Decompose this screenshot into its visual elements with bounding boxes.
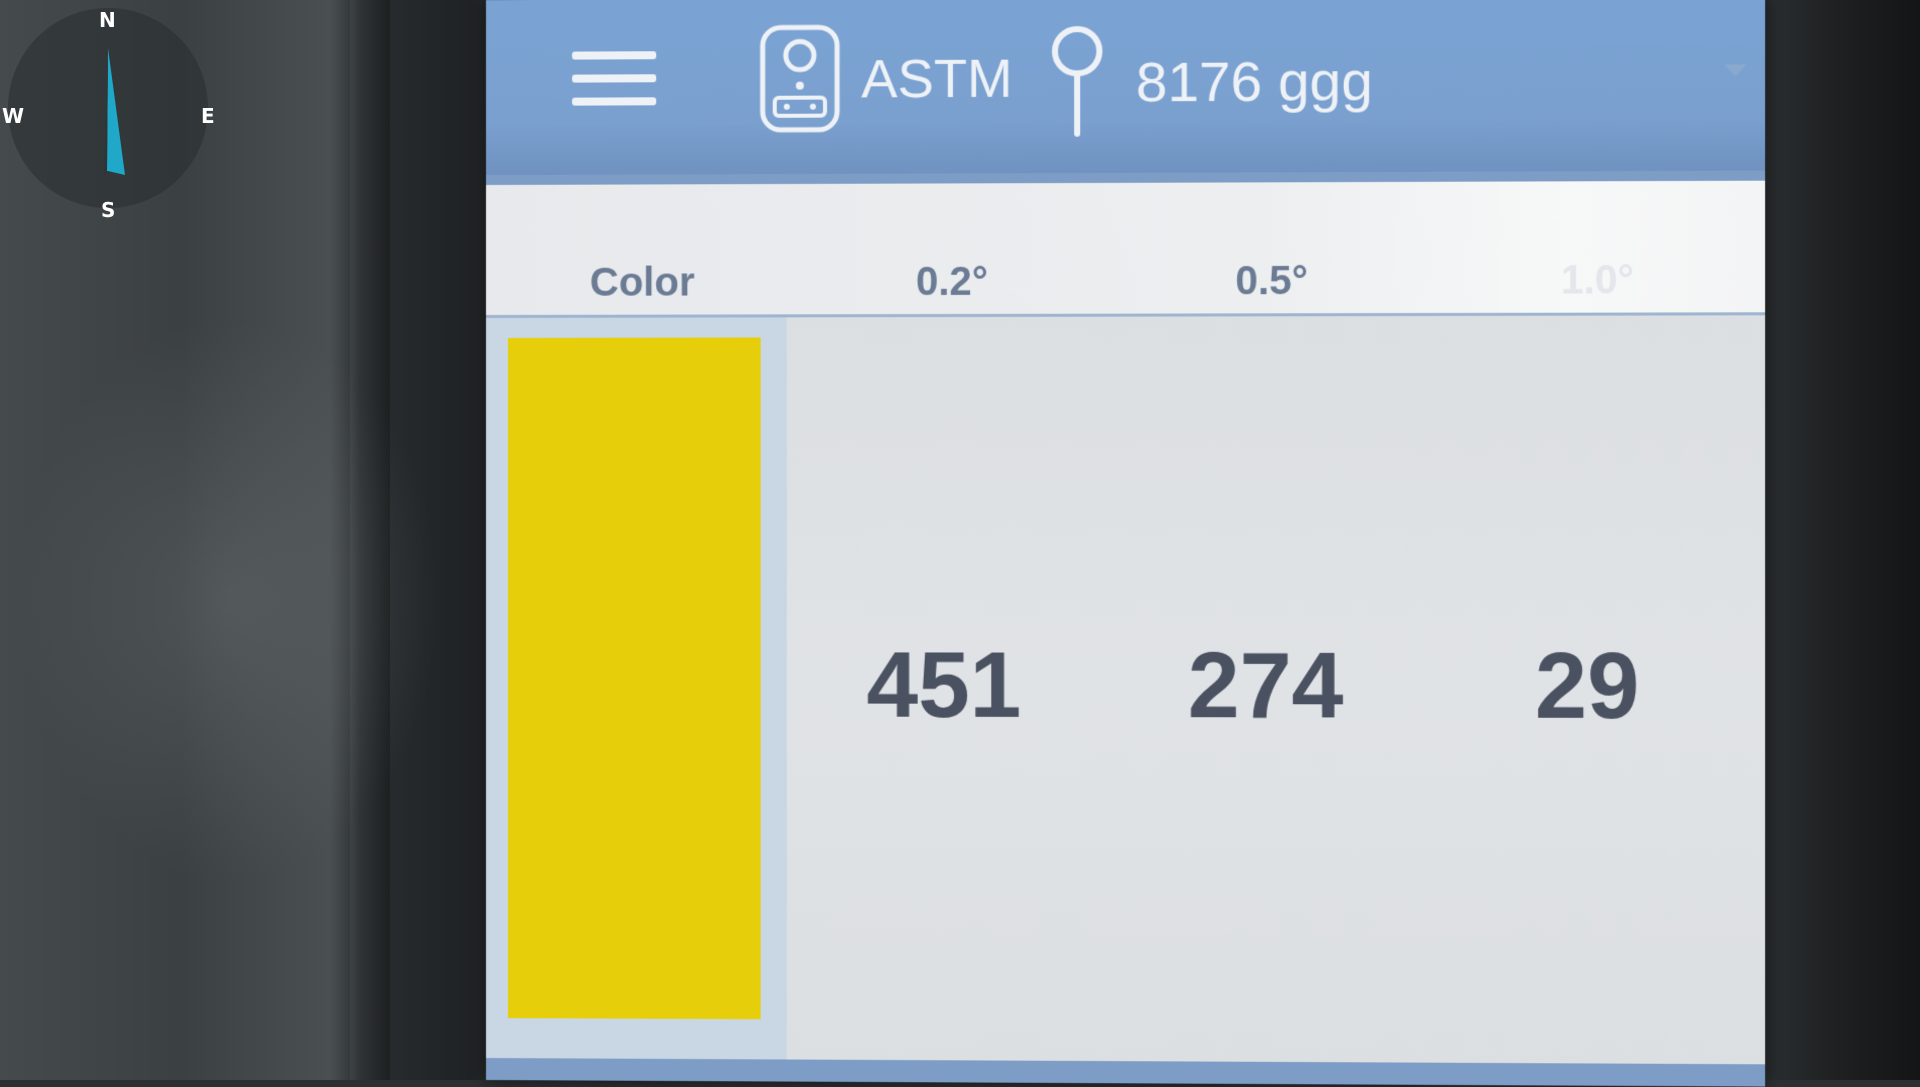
colorimeter-device-icon[interactable] [759,23,841,134]
chevron-down-icon[interactable] [1720,60,1751,80]
app-header: ASTM 8176 ggg [486,0,1766,186]
location-pin-icon[interactable] [1045,25,1110,138]
compass-needle-icon [104,48,125,178]
measurement-row: 451 274 29 [486,315,1766,1065]
color-swatch-frame [486,317,787,1060]
device-bezel [350,0,390,1080]
compass-south-label: S [101,198,116,222]
column-header-color: Color [589,260,695,305]
value-0-2: 451 [866,634,1022,737]
column-header-0-5: 0.5° [1235,258,1309,304]
column-header-0-2: 0.2° [915,259,989,305]
compass-east-label: E [201,104,215,128]
device-screen: ASTM 8176 ggg Color 0.2° 0.5° 1.0° 451 2… [486,0,1766,1087]
compass-west-label: W [2,104,25,128]
compass-north-label: N [99,8,116,32]
value-1-0: 29 [1534,634,1640,739]
color-swatch [507,337,761,1020]
standard-label[interactable]: ASTM [861,46,1012,113]
sample-id-label[interactable]: 8176 ggg [1136,48,1373,116]
value-0-5: 274 [1187,634,1344,738]
compass-widget: N S W E [2,8,215,220]
table-header: Color 0.2° 0.5° 1.0° [486,180,1766,318]
hamburger-menu-icon[interactable] [572,47,657,111]
column-header-1-0: 1.0° [1560,257,1634,303]
